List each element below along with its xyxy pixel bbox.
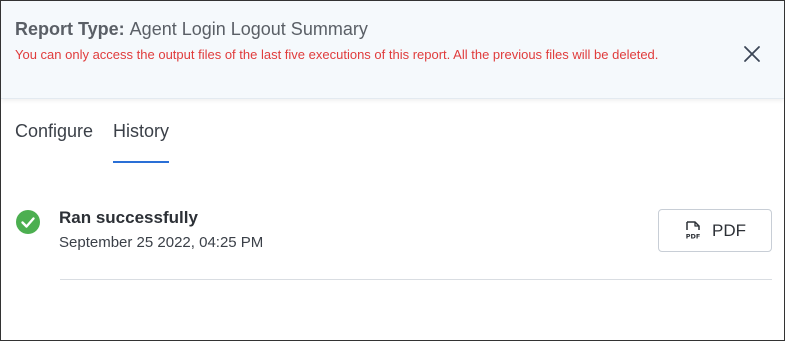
report-title: Report Type: Agent Login Logout Summary [15, 19, 368, 40]
check-circle-icon [16, 210, 40, 234]
tab-bar: Configure History [15, 121, 189, 163]
run-timestamp: September 25 2022, 04:25 PM [59, 234, 264, 251]
close-icon [744, 46, 760, 62]
close-button[interactable] [743, 45, 761, 63]
history-run-item: Ran successfully September 25 2022, 04:2… [15, 207, 772, 281]
report-type-label: Report Type: [15, 19, 125, 39]
tab-configure[interactable]: Configure [15, 121, 93, 163]
report-type-value: Agent Login Logout Summary [129, 19, 368, 39]
tab-history[interactable]: History [113, 121, 170, 163]
download-pdf-button[interactable]: PDF PDF [658, 209, 772, 252]
report-history-panel: Report Type: Agent Login Logout Summary Y… [0, 0, 785, 341]
pdf-file-icon: PDF [684, 220, 702, 240]
svg-text:PDF: PDF [686, 232, 701, 240]
report-header: Report Type: Agent Login Logout Summary Y… [1, 1, 784, 99]
row-divider [60, 279, 772, 280]
download-pdf-label: PDF [712, 220, 746, 240]
run-status: Ran successfully [59, 208, 198, 227]
retention-warning: You can only access the output files of … [15, 47, 659, 62]
